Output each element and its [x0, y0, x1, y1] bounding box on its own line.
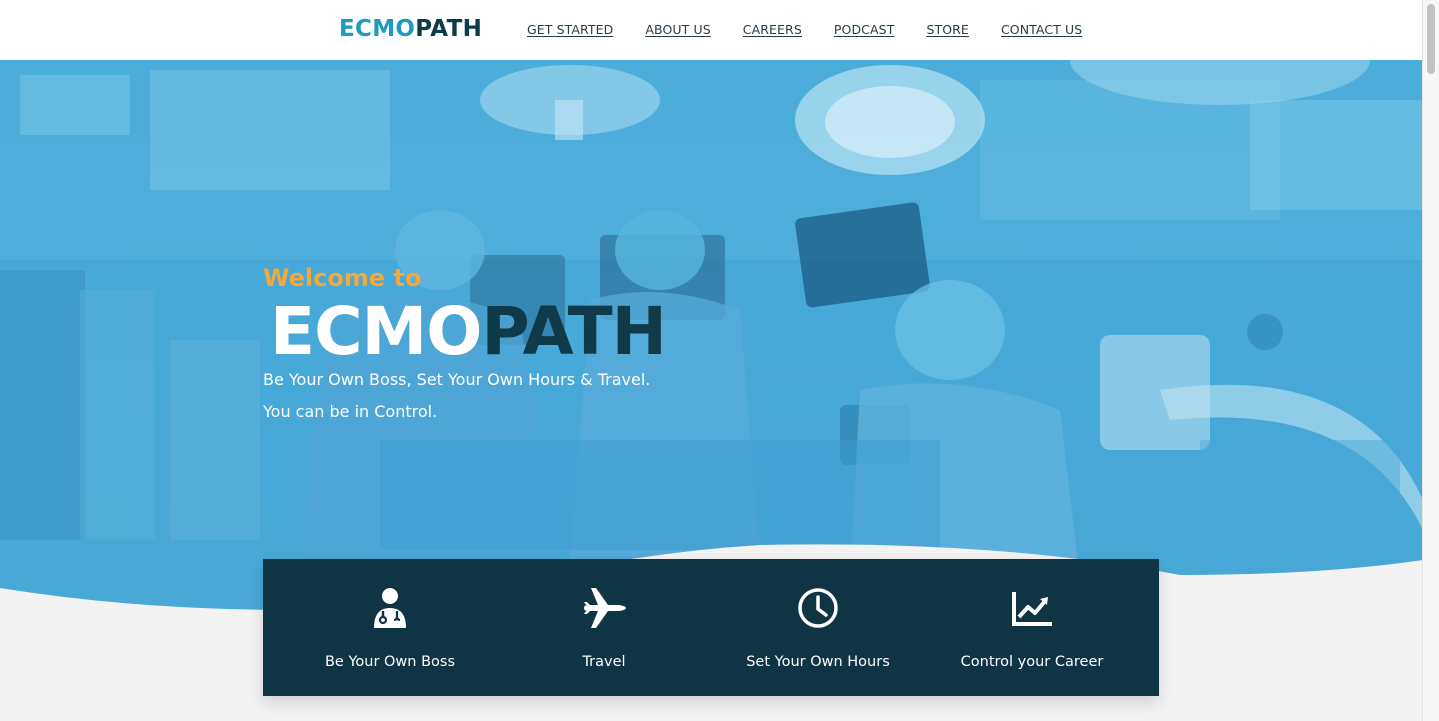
nav-podcast[interactable]: PODCAST [834, 22, 895, 38]
nav-get-started[interactable]: GET STARTED [527, 22, 613, 38]
site-header: ECMOPATH GET STARTED ABOUT US CAREERS PO… [0, 0, 1423, 60]
hero-brand-path: PATH [481, 293, 667, 370]
feature-set-your-own-hours[interactable]: Set Your Own Hours [711, 559, 925, 696]
welcome-text: Welcome to [263, 264, 422, 292]
feature-label: Be Your Own Boss [324, 654, 456, 670]
feature-label: Set Your Own Hours [746, 654, 890, 670]
main-nav: GET STARTED ABOUT US CAREERS PODCAST STO… [527, 22, 1114, 38]
feature-control-your-career[interactable]: Control your Career [925, 559, 1139, 696]
hero-tagline-1: Be Your Own Boss, Set Your Own Hours & T… [263, 370, 651, 389]
doctor-icon [374, 588, 406, 628]
chart-line-icon [1012, 592, 1052, 626]
nav-careers[interactable]: CAREERS [743, 22, 802, 38]
hero-brand-title: ECMOPATH [270, 292, 667, 372]
airplane-icon [584, 588, 626, 628]
hero-tagline-2: You can be in Control. [263, 402, 438, 421]
site-logo[interactable]: ECMOPATH [339, 15, 482, 43]
logo-text-ecmo: ECMO [339, 16, 416, 42]
feature-label: Travel [582, 654, 626, 670]
hero-section: Welcome to ECMOPATH Be Your Own Boss, Se… [0, 60, 1423, 630]
nav-contact-us[interactable]: CONTACT US [1001, 22, 1082, 38]
hero-brand-ecmo: ECMO [270, 293, 482, 370]
page-scrollbar[interactable] [1422, 0, 1439, 721]
scrollbar-thumb[interactable] [1427, 4, 1435, 74]
logo-text-path: PATH [415, 16, 483, 42]
nav-store[interactable]: STORE [926, 22, 969, 38]
feature-be-your-own-boss[interactable]: Be Your Own Boss [283, 559, 497, 696]
nav-about-us[interactable]: ABOUT US [645, 22, 710, 38]
features-panel: Be Your Own Boss Travel Set Your Own Hou… [263, 559, 1159, 696]
feature-travel[interactable]: Travel [497, 559, 711, 696]
clock-icon [798, 588, 838, 628]
feature-label: Control your Career [960, 654, 1104, 670]
hero-background-image [0, 60, 1423, 630]
